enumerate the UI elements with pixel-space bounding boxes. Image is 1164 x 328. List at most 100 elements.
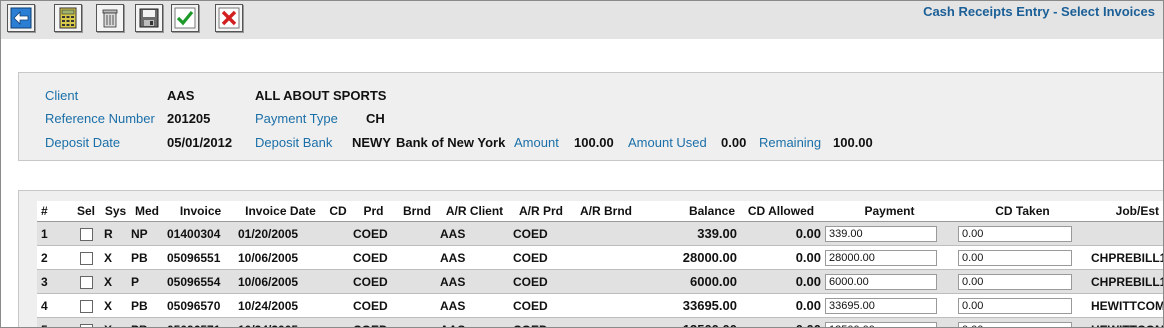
balance-cell: 339.00 bbox=[641, 221, 739, 246]
brnd-cell bbox=[396, 245, 438, 270]
col-header: Payment bbox=[823, 201, 956, 222]
payment-input[interactable]: 6000.00 bbox=[825, 273, 937, 290]
client-code: AAS bbox=[167, 88, 195, 103]
prd-cell: COED bbox=[351, 293, 396, 318]
jobest-cell: HEWITTCOMP bbox=[1089, 293, 1163, 318]
select-cell bbox=[70, 317, 102, 327]
payment-input[interactable]: 28000.00 bbox=[825, 249, 937, 266]
col-header: Sys bbox=[102, 201, 129, 222]
amount-value: 100.00 bbox=[574, 135, 614, 150]
payment-input[interactable]: 339.00 bbox=[825, 225, 937, 242]
select-checkbox[interactable] bbox=[79, 323, 93, 327]
n-cell: 2 bbox=[37, 245, 70, 270]
remaining-value: 100.00 bbox=[833, 135, 873, 150]
payment-cell: 339.00 bbox=[823, 221, 956, 246]
prd-cell: COED bbox=[351, 317, 396, 327]
sys-cell: X bbox=[102, 245, 129, 270]
med-cell: PB bbox=[129, 317, 165, 327]
table-row[interactable]: 2 X PB 05096551 10/06/2005 COED AAS COED 28000.0… bbox=[37, 245, 1163, 270]
select-checkbox[interactable] bbox=[79, 275, 93, 289]
invoice-grid-container: # Sel Sys Med Invoice Invoice Date CD Pr… bbox=[37, 201, 1163, 327]
n-cell: 1 bbox=[37, 221, 70, 246]
deposit-bank-name: Bank of New York bbox=[396, 135, 506, 150]
payment-input[interactable]: 13500.00 bbox=[825, 321, 937, 327]
date-cell: 10/06/2005 bbox=[236, 269, 325, 294]
deposit-date-label: Deposit Date bbox=[45, 135, 121, 150]
invoice-cell: 05096551 bbox=[165, 245, 236, 270]
col-header: Invoice Date bbox=[236, 201, 325, 222]
payment-cell: 13500.00 bbox=[823, 317, 956, 327]
cdallowed-cell: 0.00 bbox=[739, 245, 823, 270]
cd-cell bbox=[325, 221, 351, 246]
select-checkbox[interactable] bbox=[79, 251, 93, 265]
payment-input[interactable]: 33695.00 bbox=[825, 297, 937, 314]
amount-label: Amount bbox=[514, 135, 559, 150]
app-window: Cash Receipts Entry - Select Invoices Cl… bbox=[0, 0, 1164, 328]
spacer bbox=[1, 39, 1163, 72]
med-cell: PB bbox=[129, 293, 165, 318]
col-header: Med bbox=[129, 201, 165, 222]
cd-taken-input[interactable]: 0.00 bbox=[958, 249, 1072, 266]
col-header: A/R Prd bbox=[511, 201, 571, 222]
save-button[interactable] bbox=[135, 4, 163, 32]
cd-taken-input[interactable]: 0.00 bbox=[958, 321, 1072, 327]
cd-cell bbox=[325, 293, 351, 318]
n-cell: 5 bbox=[37, 317, 70, 327]
cdallowed-cell: 0.00 bbox=[739, 293, 823, 318]
cancel-button[interactable] bbox=[215, 4, 243, 32]
col-header: # bbox=[37, 201, 70, 222]
table-row[interactable]: 3 X P 05096554 10/06/2005 COED AAS COED 6000.00 0… bbox=[37, 269, 1163, 294]
cd-cell bbox=[325, 245, 351, 270]
back-button[interactable] bbox=[7, 4, 35, 32]
col-header: A/R Brnd bbox=[571, 201, 641, 222]
reference-number-value: 201205 bbox=[167, 111, 211, 126]
select-checkbox[interactable] bbox=[79, 227, 93, 241]
col-header: Balance bbox=[641, 201, 739, 222]
client-name: ALL ABOUT SPORTS bbox=[255, 88, 387, 103]
trash-icon bbox=[102, 9, 118, 28]
invoice-cell: 05096554 bbox=[165, 269, 236, 294]
cd-taken-cell: 0.00 bbox=[956, 269, 1089, 294]
cd-taken-input[interactable]: 0.00 bbox=[958, 225, 1072, 242]
reference-number-label: Reference Number bbox=[45, 111, 155, 126]
table-row[interactable]: 4 X PB 05096570 10/24/2005 COED AAS COED 33695.0… bbox=[37, 293, 1163, 318]
med-cell: NP bbox=[129, 221, 165, 246]
col-header: Job/Est bbox=[1089, 201, 1163, 222]
invoice-table: # Sel Sys Med Invoice Invoice Date CD Pr… bbox=[37, 201, 1163, 327]
table-row[interactable]: 1 R NP 01400304 01/20/2005 COED AAS COED 339.00 0… bbox=[37, 221, 1163, 246]
cd-taken-cell: 0.00 bbox=[956, 221, 1089, 246]
sys-cell: X bbox=[102, 293, 129, 318]
table-header-row: # Sel Sys Med Invoice Invoice Date CD Pr… bbox=[37, 201, 1163, 222]
delete-button[interactable] bbox=[96, 4, 124, 32]
cdallowed-cell: 0.00 bbox=[739, 221, 823, 246]
sys-cell: R bbox=[102, 221, 129, 246]
col-header: Invoice bbox=[165, 201, 236, 222]
n-cell: 4 bbox=[37, 293, 70, 318]
cdallowed-cell: 0.00 bbox=[739, 269, 823, 294]
cd-taken-input[interactable]: 0.00 bbox=[958, 273, 1072, 290]
table-row[interactable]: 5XPB0509657110/24/2005COEDAASCOED13500.0… bbox=[37, 317, 1163, 327]
payment-type-value: CH bbox=[366, 111, 385, 126]
cd-taken-input[interactable]: 0.00 bbox=[958, 297, 1072, 314]
jobest-cell: CHPREBILL1 bbox=[1089, 269, 1163, 294]
select-checkbox[interactable] bbox=[79, 299, 93, 313]
payment-cell: 33695.00 bbox=[823, 293, 956, 318]
remaining-label: Remaining bbox=[759, 135, 822, 150]
brnd-cell bbox=[396, 317, 438, 327]
date-cell: 01/20/2005 bbox=[236, 221, 325, 246]
arclient-cell: AAS bbox=[438, 269, 511, 294]
calculator-button[interactable] bbox=[54, 4, 82, 32]
arprd-cell: COED bbox=[511, 317, 571, 327]
arclient-cell: AAS bbox=[438, 221, 511, 246]
balance-cell: 6000.00 bbox=[641, 269, 739, 294]
jobest-cell bbox=[1089, 221, 1163, 246]
page-title: Cash Receipts Entry - Select Invoices bbox=[923, 4, 1155, 19]
select-cell bbox=[70, 269, 102, 294]
col-header: Brnd bbox=[396, 201, 438, 222]
sys-cell: X bbox=[102, 269, 129, 294]
invoice-grid-panel: # Sel Sys Med Invoice Invoice Date CD Pr… bbox=[18, 190, 1163, 327]
arprd-cell: COED bbox=[511, 293, 571, 318]
accept-button[interactable] bbox=[171, 4, 199, 32]
date-cell: 10/24/2005 bbox=[236, 293, 325, 318]
med-cell: PB bbox=[129, 245, 165, 270]
